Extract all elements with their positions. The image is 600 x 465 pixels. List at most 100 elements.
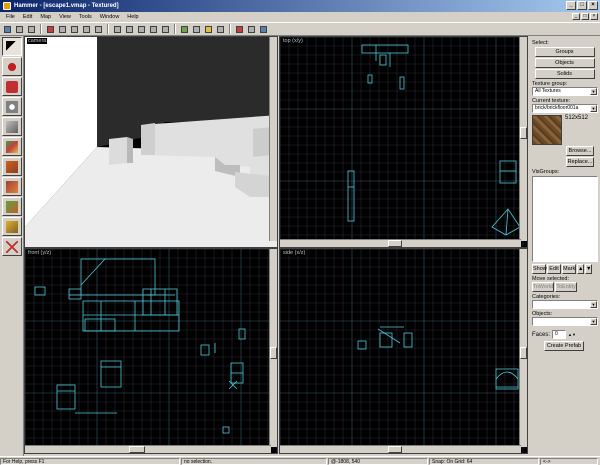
- dropdown-arrow-icon: ▼: [590, 301, 597, 308]
- maximize-button[interactable]: □: [577, 1, 587, 10]
- select-groups-button[interactable]: Groups: [534, 47, 595, 57]
- ungroup-icon[interactable]: [81, 24, 92, 35]
- to-entity-button[interactable]: ToEntity: [555, 282, 577, 292]
- select-solids-button[interactable]: Solids: [534, 69, 595, 79]
- front-viewport[interactable]: front (y/z): [24, 248, 278, 454]
- apply-current-texture-button[interactable]: [2, 157, 22, 176]
- visgroups-list[interactable]: [532, 176, 598, 262]
- create-prefab-button[interactable]: Create Prefab: [544, 341, 584, 351]
- move-selected-buttons: ToWorld ToEntity: [532, 282, 597, 292]
- replace-button[interactable]: Replace...: [566, 157, 594, 167]
- mdi-minimize-button[interactable]: _: [572, 13, 580, 20]
- paste-icon[interactable]: [136, 24, 147, 35]
- mdi-restore-button[interactable]: □: [581, 13, 589, 20]
- faces-input[interactable]: 0: [552, 330, 567, 339]
- entity-tool-button[interactable]: [2, 97, 22, 116]
- menu-map[interactable]: Map: [36, 14, 55, 20]
- mdi-close-button[interactable]: ×: [590, 13, 598, 20]
- grid-larger-icon[interactable]: [26, 24, 37, 35]
- top-viewport[interactable]: top (x/y): [279, 36, 528, 248]
- side-viewport[interactable]: side (x/z): [279, 248, 528, 454]
- menu-tools[interactable]: Tools: [75, 14, 96, 20]
- camera-scene: [25, 37, 277, 247]
- block-tool-button[interactable]: [2, 117, 22, 136]
- visgroup-show-button[interactable]: Show: [532, 264, 547, 274]
- flip-horizontal-icon[interactable]: [203, 24, 214, 35]
- group-icon[interactable]: [69, 24, 80, 35]
- toolbar-separator: [40, 24, 42, 34]
- overlay-icon: [6, 200, 18, 213]
- vertex-tool-button[interactable]: [2, 237, 22, 256]
- status-selection: no selection.: [181, 458, 327, 465]
- selection-icon[interactable]: [191, 24, 202, 35]
- viewport-label: camera: [27, 38, 48, 44]
- check-map-icon[interactable]: [258, 24, 269, 35]
- object-properties-panel: Select: Groups Objects Solids Texture gr…: [529, 36, 600, 456]
- entity-report-icon[interactable]: [246, 24, 257, 35]
- side-vertical-scrollbar[interactable]: [519, 249, 527, 447]
- texture-icon: [6, 140, 18, 153]
- faces-label: Faces:: [532, 331, 551, 338]
- hide-icon[interactable]: [93, 24, 104, 35]
- close-button[interactable]: ×: [588, 1, 598, 10]
- camera-viewport[interactable]: camera: [24, 36, 278, 248]
- to-world-button[interactable]: ToWorld: [532, 282, 554, 292]
- cut-icon[interactable]: [112, 24, 123, 35]
- clipping-tool-button[interactable]: [2, 217, 22, 236]
- minimize-button[interactable]: _: [566, 1, 576, 10]
- side-horizontal-scrollbar[interactable]: [280, 445, 521, 453]
- categories-select[interactable]: ▼: [532, 300, 598, 309]
- faces-spinner-icon[interactable]: ▲▼: [568, 332, 576, 337]
- menu-view[interactable]: View: [55, 14, 75, 20]
- toolbar-separator: [174, 24, 176, 34]
- hollow-icon[interactable]: [57, 24, 68, 35]
- status-help: For Help, press F1: [0, 458, 180, 465]
- clip-icon: [6, 220, 18, 233]
- undo-icon[interactable]: [148, 24, 159, 35]
- magnify-tool-button[interactable]: [2, 57, 22, 76]
- hammer-window: Hammer - [escape1.vmap - Textured] _ □ ×…: [0, 0, 600, 465]
- status-extra: <->: [540, 458, 598, 465]
- window-title: Hammer - [escape1.vmap - Textured]: [14, 3, 119, 9]
- redo-icon[interactable]: [160, 24, 171, 35]
- menu-file[interactable]: File: [2, 14, 19, 20]
- title-bar: Hammer - [escape1.vmap - Textured] _ □ ×: [0, 0, 600, 12]
- decal-icon: [6, 180, 18, 193]
- texture-group-select[interactable]: All Textures ▼: [532, 87, 598, 96]
- menu-window[interactable]: Window: [96, 14, 124, 20]
- texture-application-button[interactable]: [2, 137, 22, 156]
- selection-tool-button[interactable]: [2, 37, 22, 56]
- grid-smaller-icon[interactable]: [14, 24, 25, 35]
- move-up-icon[interactable]: ▲: [577, 264, 584, 274]
- visgroup-buttons: Show Edit Mark ▲ ▼: [532, 264, 597, 274]
- top-horizontal-scrollbar[interactable]: [280, 239, 521, 247]
- overlay-tool-button[interactable]: [2, 197, 22, 216]
- copy-icon[interactable]: [124, 24, 135, 35]
- texture-lock-icon[interactable]: [179, 24, 190, 35]
- front-horizontal-scrollbar[interactable]: [25, 445, 271, 453]
- browse-button[interactable]: Browse...: [566, 146, 594, 156]
- apply-texture-icon: [6, 160, 18, 173]
- top-brushes: [347, 44, 521, 236]
- camera-vertical-scrollbar[interactable]: [269, 37, 277, 241]
- front-vertical-scrollbar[interactable]: [269, 249, 277, 447]
- visgroup-mark-button[interactable]: Mark: [562, 264, 576, 274]
- decal-tool-button[interactable]: [2, 177, 22, 196]
- grid-toggle-icon[interactable]: [2, 24, 13, 35]
- select-objects-button[interactable]: Objects: [534, 58, 595, 68]
- top-vertical-scrollbar[interactable]: [519, 37, 527, 241]
- viewport-label: side (x/z): [282, 250, 307, 256]
- current-texture-select[interactable]: brick/brickfloor001a ▼: [532, 104, 598, 113]
- visgroup-edit-button[interactable]: Edit: [547, 264, 561, 274]
- block-icon: [6, 120, 18, 133]
- objects-select[interactable]: ▼: [532, 317, 598, 326]
- front-brushes: [34, 258, 246, 434]
- move-down-icon[interactable]: ▼: [585, 264, 592, 274]
- camera-tool-button[interactable]: [2, 77, 22, 96]
- texture-preview-row: 512x512: [532, 113, 597, 145]
- menu-edit[interactable]: Edit: [19, 14, 36, 20]
- menu-help[interactable]: Help: [123, 14, 142, 20]
- flip-vertical-icon[interactable]: [215, 24, 226, 35]
- run-map-icon[interactable]: [234, 24, 245, 35]
- carve-icon[interactable]: [45, 24, 56, 35]
